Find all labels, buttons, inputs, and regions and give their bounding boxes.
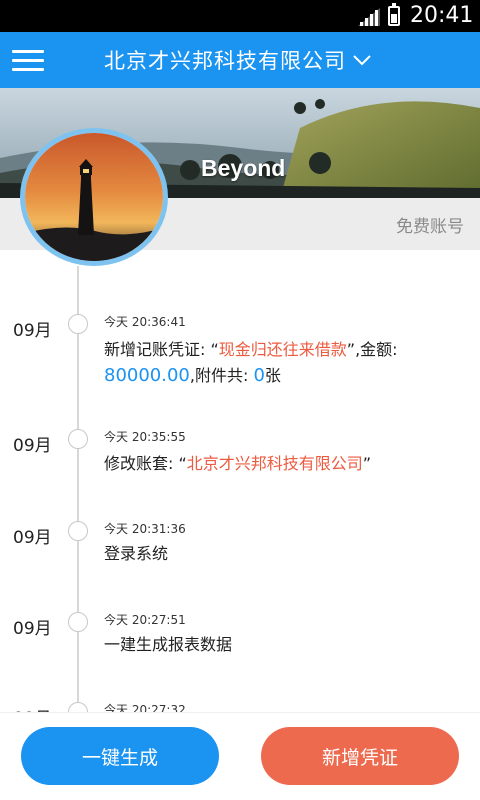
timeline-node-icon xyxy=(68,314,88,334)
battery-icon xyxy=(388,3,400,26)
timeline-node-icon xyxy=(68,521,88,541)
entry-time: 今天 20:27:51 xyxy=(104,613,186,627)
timeline-node-icon xyxy=(68,429,88,449)
chevron-down-icon xyxy=(353,55,371,66)
entry-time: 今天 20:35:55 xyxy=(104,430,186,444)
timeline-node-icon xyxy=(68,612,88,632)
account-type-label: 免费账号 xyxy=(396,217,464,237)
app-bar: 北京才兴邦科技有限公司 xyxy=(0,32,480,88)
company-selector[interactable]: 北京才兴邦科技有限公司 xyxy=(104,44,372,76)
entry-text: 登录系统 xyxy=(104,544,169,563)
status-time: 20:41 xyxy=(410,3,474,28)
signal-icon xyxy=(358,8,380,26)
entry-time: 今天 20:36:41 xyxy=(104,315,186,329)
status-bar: 20:41 xyxy=(0,0,480,32)
menu-icon[interactable] xyxy=(12,50,44,72)
generate-button[interactable]: 一键生成 xyxy=(21,727,219,785)
timeline-line xyxy=(77,266,79,736)
entry-month: 09月 xyxy=(13,528,52,548)
entry-month: 09月 xyxy=(13,436,52,456)
company-name: 北京才兴邦科技有限公司 xyxy=(104,49,346,73)
entry-text: 一建生成报表数据 xyxy=(104,635,233,654)
add-voucher-button[interactable]: 新增凭证 xyxy=(261,727,459,785)
username: Beyond xyxy=(201,155,286,181)
entry-text: 新增记账凭证: “现金归还往来借款”,金额: 80000.00,附件共: 0张 xyxy=(104,340,398,386)
entry-month: 09月 xyxy=(13,321,52,341)
entry-time: 今天 20:31:36 xyxy=(104,522,186,536)
avatar[interactable] xyxy=(20,128,168,266)
entry-text: 修改账套: “北京才兴邦科技有限公司” xyxy=(104,454,372,473)
entry-month: 09月 xyxy=(13,619,52,639)
